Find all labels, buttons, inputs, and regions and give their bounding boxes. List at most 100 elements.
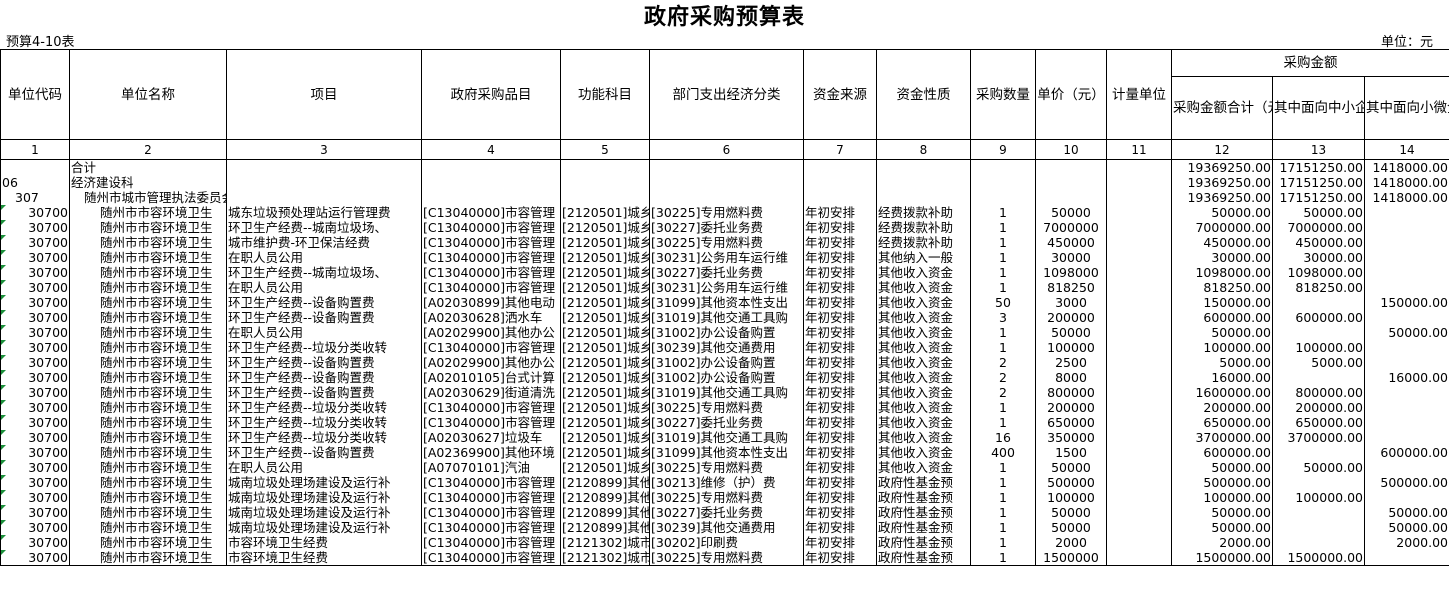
- table-row[interactable]: 30700 随州市市容环境卫生 城东垃圾预处理站运行管理费 [C13040000]市容…: [0, 205, 1449, 220]
- table-row[interactable]: 30700 随州市市容环境卫生 在职人员公用 [A07070101]汽油 [212050…: [0, 460, 1449, 475]
- cell-fund-nature[interactable]: 其他收入资金: [876, 340, 971, 355]
- cell-project[interactable]: 城东垃圾预处理站运行管理费: [226, 205, 422, 220]
- cell-unit-price[interactable]: [1035, 159, 1107, 175]
- cell-purchase-item[interactable]: [C13040000]市容管理: [421, 400, 561, 415]
- cell-measure-unit[interactable]: [1106, 505, 1172, 520]
- cell-micro-amount[interactable]: [1364, 220, 1449, 235]
- column-number-cell[interactable]: 13: [1272, 139, 1365, 160]
- cell-micro-amount[interactable]: [1364, 460, 1449, 475]
- cell-fund-source[interactable]: 年初安排: [803, 370, 877, 385]
- cell-quantity[interactable]: 1: [970, 220, 1036, 235]
- table-row[interactable]: 30700 随州市市容环境卫生 城市维护费-环卫保洁经费 [C13040000]市容管…: [0, 235, 1449, 250]
- cell-project[interactable]: 城南垃圾处理场建设及运行补: [226, 490, 422, 505]
- cell-quantity[interactable]: 1: [970, 520, 1036, 535]
- cell-purchase-item[interactable]: [A02030629]街道清洗: [421, 385, 561, 400]
- cell-dept-expense-class[interactable]: [30227]委托业务费: [649, 265, 804, 280]
- cell-fund-nature[interactable]: 其他收入资金: [876, 325, 971, 340]
- cell-fund-nature[interactable]: 政府性基金预: [876, 475, 971, 490]
- cell-measure-unit[interactable]: [1106, 220, 1172, 235]
- cell-micro-amount[interactable]: [1364, 250, 1449, 265]
- cell-measure-unit[interactable]: [1106, 520, 1172, 535]
- cell-fund-nature[interactable]: 其他收入资金: [876, 415, 971, 430]
- cell-unit-name[interactable]: 随州市市容环境卫生: [69, 520, 227, 535]
- column-number-cell[interactable]: 6: [649, 139, 804, 160]
- cell-unit-name[interactable]: 随州市市容环境卫生: [69, 355, 227, 370]
- cell-function-subject[interactable]: [2120899]其他: [560, 490, 650, 505]
- table-row[interactable]: 30700 随州市市容环境卫生 环卫生产经费--设备购置费 [A02369900]其他…: [0, 445, 1449, 460]
- cell-sme-amount[interactable]: [1272, 505, 1365, 520]
- cell-function-subject[interactable]: [2121302]城市: [560, 535, 650, 550]
- cell-project[interactable]: [226, 190, 422, 205]
- cell-dept-expense-class[interactable]: [31099]其他资本性支出: [649, 445, 804, 460]
- cell-function-subject[interactable]: [2120501]城乡: [560, 280, 650, 295]
- cell-amount-total[interactable]: 50000.00: [1171, 460, 1273, 475]
- cell-unit-code[interactable]: 30700: [0, 475, 70, 490]
- cell-fund-nature[interactable]: 其他纳入一般: [876, 250, 971, 265]
- cell-function-subject[interactable]: [2120501]城乡: [560, 445, 650, 460]
- cell-purchase-item[interactable]: [421, 159, 561, 175]
- cell-function-subject[interactable]: [2120501]城乡: [560, 235, 650, 250]
- cell-micro-amount[interactable]: [1364, 265, 1449, 280]
- cell-measure-unit[interactable]: [1106, 385, 1172, 400]
- cell-purchase-item[interactable]: [A02030899]其他电动: [421, 295, 561, 310]
- cell-unit-code[interactable]: 30700: [0, 460, 70, 475]
- cell-sme-amount[interactable]: 650000.00: [1272, 415, 1365, 430]
- header-project[interactable]: 项目: [226, 49, 422, 140]
- cell-sme-amount[interactable]: [1272, 370, 1365, 385]
- cell-function-subject[interactable]: [2120501]城乡: [560, 370, 650, 385]
- cell-quantity[interactable]: 1: [970, 505, 1036, 520]
- cell-sme-amount[interactable]: 17151250.00: [1272, 175, 1365, 190]
- cell-amount-total[interactable]: 1600000.00: [1171, 385, 1273, 400]
- cell-function-subject[interactable]: [2120501]城乡: [560, 250, 650, 265]
- column-number-cell[interactable]: 3: [226, 139, 422, 160]
- cell-amount-total[interactable]: 50000.00: [1171, 505, 1273, 520]
- cell-amount-total[interactable]: 1098000.00: [1171, 265, 1273, 280]
- header-purchase-item[interactable]: 政府采购品目: [421, 49, 561, 140]
- cell-quantity[interactable]: [970, 190, 1036, 205]
- cell-quantity[interactable]: 3: [970, 310, 1036, 325]
- cell-unit-code[interactable]: 30700: [0, 265, 70, 280]
- cell-fund-source[interactable]: 年初安排: [803, 520, 877, 535]
- cell-unit-name[interactable]: 随州市市容环境卫生: [69, 550, 227, 566]
- cell-dept-expense-class[interactable]: [649, 175, 804, 190]
- cell-unit-price[interactable]: 3000: [1035, 295, 1107, 310]
- cell-micro-amount[interactable]: [1364, 490, 1449, 505]
- table-row[interactable]: 30700 随州市市容环境卫生 在职人员公用 [C13040000]市容管理 [2120…: [0, 280, 1449, 295]
- cell-micro-amount[interactable]: 2000.00: [1364, 535, 1449, 550]
- cell-unit-price[interactable]: [1035, 175, 1107, 190]
- cell-measure-unit[interactable]: [1106, 400, 1172, 415]
- cell-quantity[interactable]: [970, 175, 1036, 190]
- cell-purchase-item[interactable]: [C13040000]市容管理: [421, 205, 561, 220]
- cell-project[interactable]: 在职人员公用: [226, 460, 422, 475]
- cell-measure-unit[interactable]: [1106, 325, 1172, 340]
- cell-function-subject[interactable]: [2120501]城乡: [560, 325, 650, 340]
- header-amount-total[interactable]: 采购金额合计（元）: [1171, 76, 1273, 140]
- table-row[interactable]: 06 经济建设科 19369250.00 17151250.00 1418000.00: [0, 175, 1449, 190]
- cell-dept-expense-class[interactable]: [31019]其他交通工具购: [649, 310, 804, 325]
- cell-purchase-item[interactable]: [A02029900]其他办公: [421, 355, 561, 370]
- cell-micro-amount[interactable]: [1364, 400, 1449, 415]
- header-micro-amount[interactable]: 其中面向小微企业（元）: [1364, 76, 1449, 140]
- cell-micro-amount[interactable]: [1364, 355, 1449, 370]
- cell-unit-code[interactable]: 30700: [0, 235, 70, 250]
- cell-micro-amount[interactable]: 50000.00: [1364, 505, 1449, 520]
- cell-function-subject[interactable]: [2120899]其他: [560, 505, 650, 520]
- table-row[interactable]: 30700 随州市市容环境卫生 在职人员公用 [C13040000]市容管理 [2120…: [0, 250, 1449, 265]
- cell-fund-source[interactable]: 年初安排: [803, 475, 877, 490]
- cell-function-subject[interactable]: [560, 175, 650, 190]
- cell-measure-unit[interactable]: [1106, 265, 1172, 280]
- cell-measure-unit[interactable]: [1106, 460, 1172, 475]
- cell-fund-nature[interactable]: 政府性基金预: [876, 535, 971, 550]
- header-unit-name[interactable]: 单位名称: [69, 49, 227, 140]
- cell-sme-amount[interactable]: [1272, 475, 1365, 490]
- cell-sme-amount[interactable]: 17151250.00: [1272, 159, 1365, 175]
- cell-fund-nature[interactable]: 其他收入资金: [876, 295, 971, 310]
- cell-micro-amount[interactable]: 1418000.00: [1364, 190, 1449, 205]
- header-measure-unit[interactable]: 计量单位: [1106, 49, 1172, 140]
- cell-purchase-item[interactable]: [C13040000]市容管理: [421, 235, 561, 250]
- cell-purchase-item[interactable]: [C13040000]市容管理: [421, 280, 561, 295]
- cell-unit-price[interactable]: 30000: [1035, 250, 1107, 265]
- column-number-cell[interactable]: 14: [1364, 139, 1449, 160]
- cell-project[interactable]: 城南垃圾处理场建设及运行补: [226, 520, 422, 535]
- table-row[interactable]: 30700 随州市市容环境卫生 环卫生产经费--设备购置费 [A02030899]其他…: [0, 295, 1449, 310]
